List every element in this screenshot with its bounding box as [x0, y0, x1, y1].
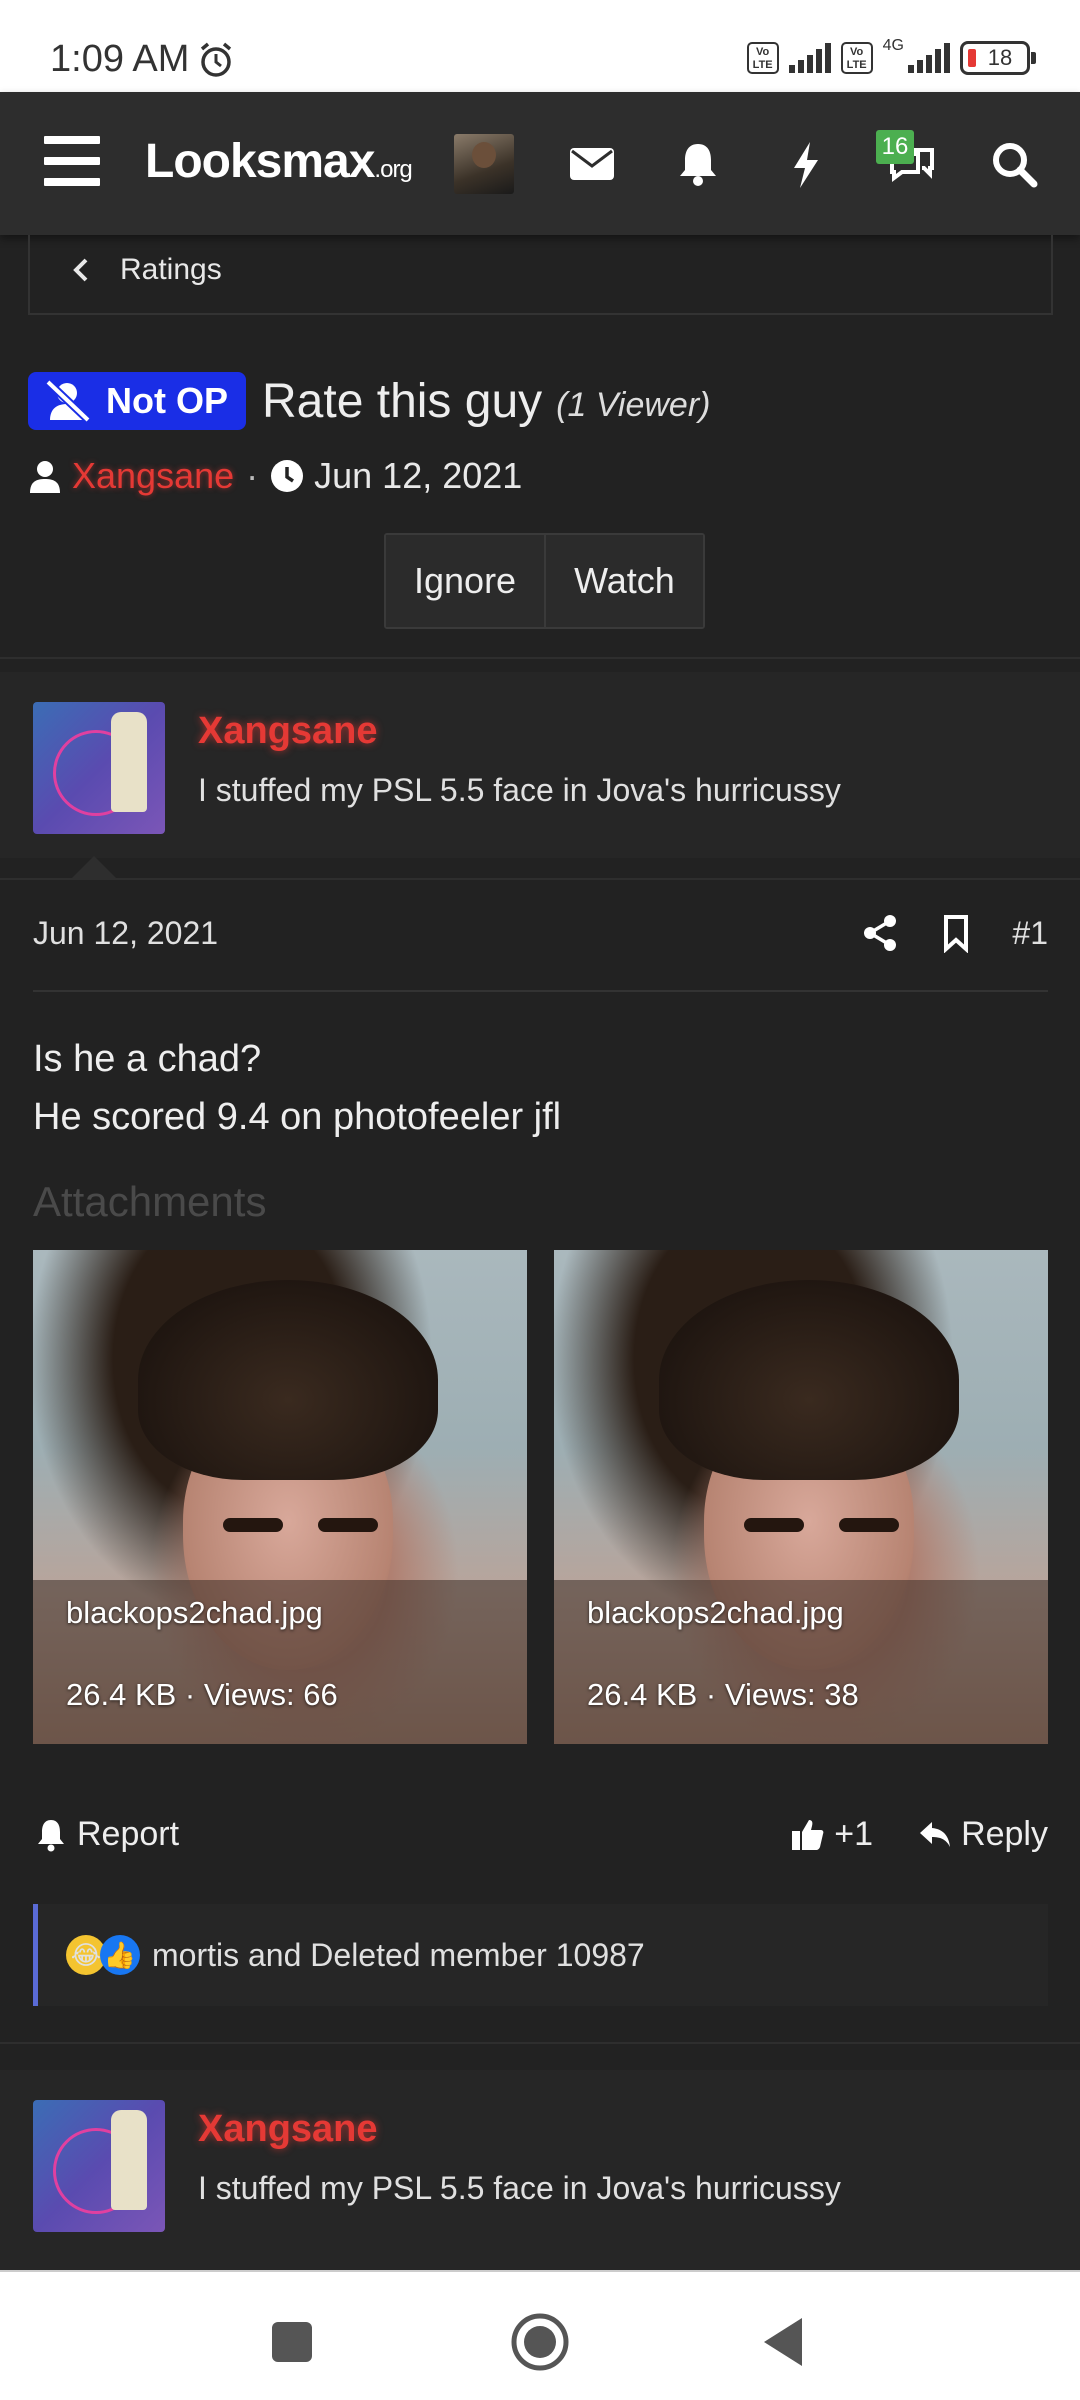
alarm-icon	[200, 42, 232, 77]
post-pointer	[70, 856, 118, 880]
thread-actions: Ignore Watch	[384, 533, 705, 629]
post-user-block: Xangsane I stuffed my PSL 5.5 face in Jo…	[0, 2070, 1080, 2270]
user-icon	[30, 461, 60, 493]
post-header-divider	[33, 990, 1048, 992]
post-user-block: Xangsane I stuffed my PSL 5.5 face in Jo…	[0, 672, 1080, 858]
status-bar: 1:09 AM Vo LTE Vo LTE 4G 18	[0, 0, 1080, 92]
avatar[interactable]	[33, 2100, 165, 2232]
attachment-thumbnail[interactable]: blackops2chad.jpg 26.4 KB · Views: 66	[33, 1250, 527, 1744]
divider	[0, 2042, 1080, 2044]
post-body: Is he a chad? He scored 9.4 on photofeel…	[33, 1030, 561, 1146]
mail-icon[interactable]	[562, 134, 622, 194]
signal-icon	[908, 43, 950, 73]
thread-title: Rate this guy	[262, 374, 543, 428]
thread-meta: Xangsane · Jun 12, 2021	[28, 455, 522, 497]
attachment-meta: 26.4 KB · Views: 38	[587, 1677, 859, 1712]
battery-level: 18	[987, 45, 1013, 70]
status-icons: Vo LTE Vo LTE 4G 18	[746, 36, 1036, 80]
like-button[interactable]: +1	[790, 1815, 873, 1854]
menu-icon[interactable]	[44, 136, 100, 186]
post-text-line: He scored 9.4 on photofeeler jfl	[33, 1096, 562, 1138]
viewer-count: (1 Viewer)	[556, 385, 711, 424]
volte-icon: Vo LTE	[840, 42, 873, 74]
attachments-title: Attachments	[33, 1178, 267, 1225]
status-time: 1:09 AM	[50, 38, 190, 80]
reactions-text: mortis and Deleted member 10987	[152, 1936, 645, 1973]
clock-icon	[271, 460, 304, 492]
breadcrumb[interactable]: Ratings	[70, 253, 222, 287]
thread-title-row: Not OP Rate this guy (1 Viewer)	[28, 372, 710, 430]
reply-button[interactable]: Reply	[917, 1815, 1048, 1854]
divider	[0, 878, 1080, 880]
bookmark-icon[interactable]	[936, 913, 976, 953]
report-button[interactable]: Report	[33, 1815, 179, 1854]
home-button[interactable]	[510, 2312, 570, 2372]
reply-icon	[920, 1822, 951, 1847]
back-button[interactable]	[756, 2312, 816, 2372]
attachment-filename: blackops2chad.jpg	[587, 1595, 844, 1630]
post-username[interactable]: Xangsane	[198, 2108, 378, 2151]
user-title: I stuffed my PSL 5.5 face in Jova's hurr…	[198, 772, 841, 808]
attachment-thumbnail[interactable]: blackops2chad.jpg 26.4 KB · Views: 38	[554, 1250, 1048, 1744]
ignore-button[interactable]: Ignore	[386, 535, 545, 627]
app-header: Looksmax.org 16	[0, 92, 1080, 235]
avatar[interactable]	[33, 702, 165, 834]
post-text-line: Is he a chad?	[33, 1038, 262, 1080]
watch-button[interactable]: Watch	[544, 535, 703, 627]
chevron-left-icon	[73, 258, 88, 282]
post-username[interactable]: Xangsane	[198, 710, 378, 753]
recents-button[interactable]	[262, 2312, 322, 2372]
share-icon[interactable]	[860, 913, 900, 953]
bell-icon[interactable]	[668, 134, 728, 194]
post-footer: Report +1 Reply	[33, 1808, 1048, 1860]
user-title: I stuffed my PSL 5.5 face in Jova's hurr…	[198, 2170, 841, 2206]
breadcrumb-label: Ratings	[120, 253, 222, 286]
site-logo[interactable]: Looksmax.org	[145, 134, 413, 189]
post-number[interactable]: #1	[1012, 915, 1048, 952]
header-avatar[interactable]	[454, 134, 514, 194]
divider	[0, 657, 1080, 659]
signal-icon	[788, 43, 831, 73]
attachment-meta: 26.4 KB · Views: 66	[66, 1677, 338, 1712]
bell-icon	[38, 1820, 64, 1852]
battery-icon: 18	[960, 41, 1036, 75]
like-reaction-icon: 👍	[100, 1935, 140, 1975]
thumbs-up-icon	[792, 1820, 824, 1850]
reactions-bar[interactable]: 😂 👍 mortis and Deleted member 10987	[33, 1904, 1048, 2006]
attachment-filename: blackops2chad.jpg	[66, 1595, 323, 1630]
network-type: 4G	[882, 37, 904, 54]
system-nav-bar	[0, 2270, 1080, 2400]
volte-icon: Vo LTE	[746, 42, 779, 74]
user-slash-icon	[45, 379, 91, 423]
post-date[interactable]: Jun 12, 2021	[33, 915, 218, 952]
thread-author[interactable]: Xangsane	[72, 455, 234, 497]
breadcrumb-box: Ratings	[28, 235, 1053, 315]
post-header: Jun 12, 2021 #1	[33, 898, 1048, 968]
not-op-prefix[interactable]: Not OP	[28, 372, 246, 430]
notification-badge: 16	[876, 130, 914, 164]
search-icon[interactable]	[984, 134, 1044, 194]
bolt-icon[interactable]	[776, 134, 836, 194]
reaction-icons: 😂 👍	[66, 1935, 140, 1975]
thread-date[interactable]: Jun 12, 2021	[314, 455, 522, 497]
